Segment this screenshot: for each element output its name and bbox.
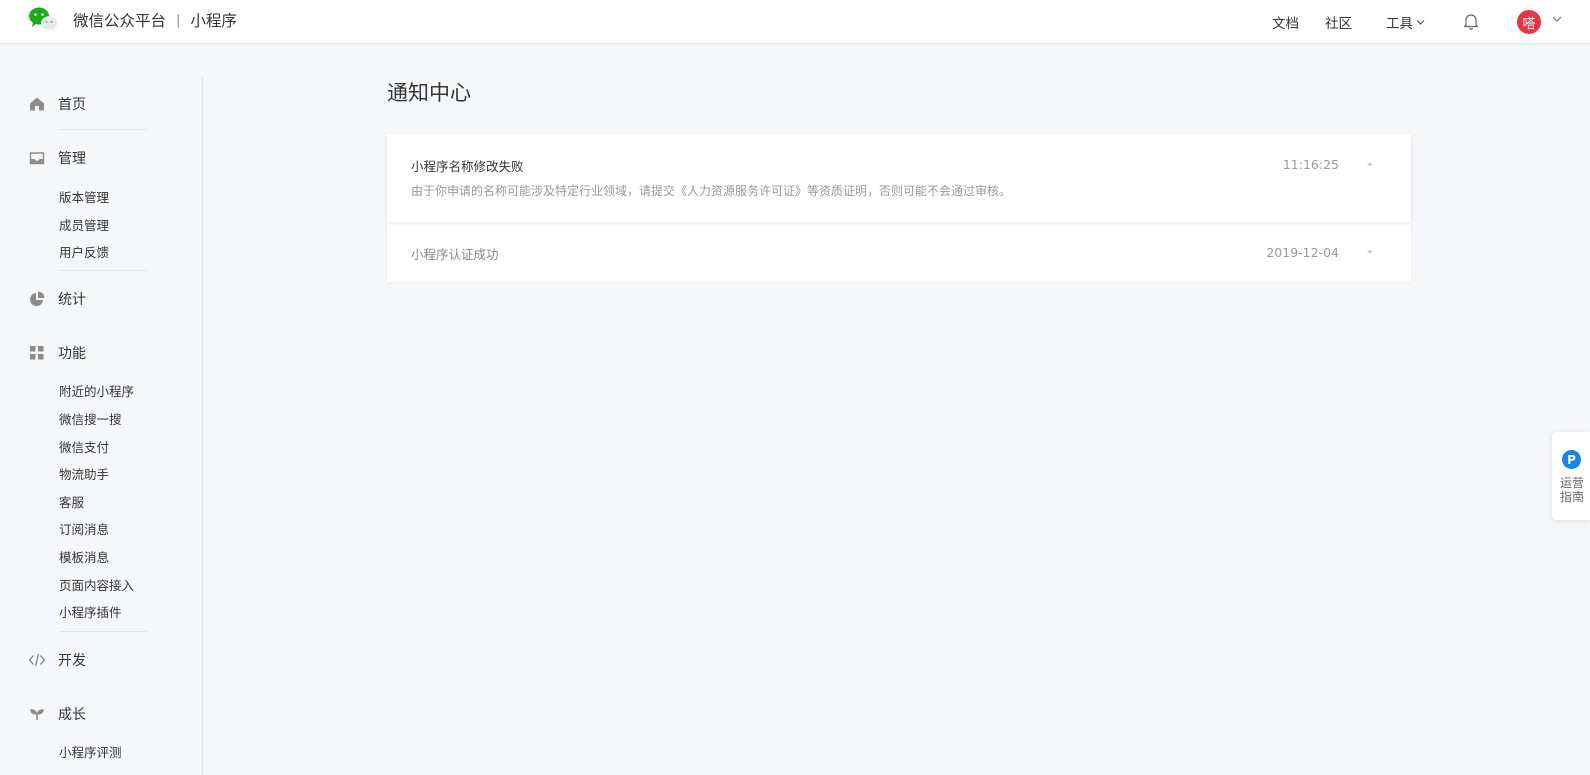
sidebar-item-label: 统计 bbox=[58, 292, 86, 308]
wechat-logo-icon[interactable] bbox=[28, 6, 58, 32]
sidebar-item-logistics[interactable]: 物流助手 bbox=[59, 464, 109, 483]
grid-icon bbox=[30, 346, 44, 360]
notice-time: 2019-12-04 bbox=[1266, 245, 1339, 260]
brand-title[interactable]: 微信公众平台 | 小程序 bbox=[73, 9, 237, 31]
notice-list: 小程序名称修改失败 11:16:25 由于你申请的名称可能涉及特定行业领域，请提… bbox=[387, 134, 1411, 282]
chevron-down-icon[interactable] bbox=[1365, 248, 1375, 256]
sidebar-item-stats[interactable]: 统计 bbox=[28, 289, 86, 309]
pie-chart-icon bbox=[30, 291, 45, 306]
operations-guide-button[interactable]: P 运营指南 bbox=[1552, 432, 1590, 520]
top-header: 微信公众平台 | 小程序 文档 社区 工具 嗒 bbox=[0, 0, 1590, 44]
community-link[interactable]: 社区 bbox=[1325, 12, 1352, 32]
chevron-down-icon bbox=[1416, 19, 1425, 25]
divider bbox=[59, 270, 147, 271]
page-title: 通知中心 bbox=[387, 81, 471, 105]
sidebar-item-nearby[interactable]: 附近的小程序 bbox=[59, 381, 134, 400]
home-icon bbox=[30, 97, 44, 111]
sidebar-item-manage[interactable]: 管理 bbox=[28, 148, 86, 168]
notice-description: 由于你申请的名称可能涉及特定行业领域，请提交《人力资源服务许可证》等资质证明，否… bbox=[411, 184, 1012, 198]
sidebar-item-feedback[interactable]: 用户反馈 bbox=[59, 242, 109, 261]
product-name: 小程序 bbox=[190, 12, 237, 30]
sidebar-item-label: 功能 bbox=[58, 346, 86, 362]
sidebar-item-version[interactable]: 版本管理 bbox=[59, 187, 109, 206]
chevron-down-icon[interactable] bbox=[1552, 15, 1562, 23]
sidebar-item-develop[interactable]: 开发 bbox=[28, 650, 86, 670]
docs-link[interactable]: 文档 bbox=[1272, 12, 1299, 32]
notice-item[interactable]: 小程序名称修改失败 11:16:25 由于你申请的名称可能涉及特定行业领域，请提… bbox=[387, 134, 1411, 222]
sidebar-item-pay[interactable]: 微信支付 bbox=[59, 437, 109, 456]
chevron-up-icon[interactable] bbox=[1365, 160, 1375, 168]
inbox-icon bbox=[29, 152, 45, 165]
guide-badge-icon: P bbox=[1562, 450, 1581, 469]
sidebar-item-label: 管理 bbox=[58, 151, 86, 167]
sidebar-item-customer-service[interactable]: 客服 bbox=[59, 492, 84, 511]
brand-separator: | bbox=[176, 12, 181, 28]
sidebar-item-template-msg[interactable]: 模板消息 bbox=[59, 547, 109, 566]
sidebar-item-label: 首页 bbox=[58, 97, 86, 113]
sidebar-item-members[interactable]: 成员管理 bbox=[59, 215, 109, 234]
sidebar-item-page-content[interactable]: 页面内容接入 bbox=[59, 575, 134, 594]
tools-menu[interactable]: 工具 bbox=[1386, 12, 1425, 32]
avatar[interactable]: 嗒 bbox=[1517, 10, 1541, 34]
notice-title: 小程序认证成功 bbox=[411, 247, 499, 262]
sidebar-item-evaluation[interactable]: 小程序评测 bbox=[59, 742, 122, 761]
tools-label: 工具 bbox=[1386, 16, 1413, 32]
notice-time: 11:16:25 bbox=[1282, 157, 1339, 172]
sidebar-item-plugins[interactable]: 小程序插件 bbox=[59, 602, 122, 621]
sidebar-item-subscribe-msg[interactable]: 订阅消息 bbox=[59, 519, 109, 538]
sidebar-item-features[interactable]: 功能 bbox=[28, 343, 86, 363]
divider bbox=[59, 631, 147, 632]
bell-icon[interactable] bbox=[1463, 12, 1479, 30]
sidebar-item-home[interactable]: 首页 bbox=[28, 94, 86, 114]
sprout-icon bbox=[30, 709, 44, 720]
brand-name: 微信公众平台 bbox=[73, 12, 167, 30]
sidebar-item-label: 开发 bbox=[58, 653, 86, 669]
sidebar-item-label: 成长 bbox=[58, 707, 86, 723]
notice-item[interactable]: 小程序认证成功 2019-12-04 bbox=[387, 222, 1411, 282]
code-icon bbox=[28, 653, 46, 667]
guide-label: 运营指南 bbox=[1560, 476, 1585, 504]
notice-title: 小程序名称修改失败 bbox=[411, 159, 524, 174]
sidebar-item-growth[interactable]: 成长 bbox=[28, 704, 86, 724]
sidebar-item-search[interactable]: 微信搜一搜 bbox=[59, 409, 122, 428]
divider bbox=[59, 129, 147, 130]
